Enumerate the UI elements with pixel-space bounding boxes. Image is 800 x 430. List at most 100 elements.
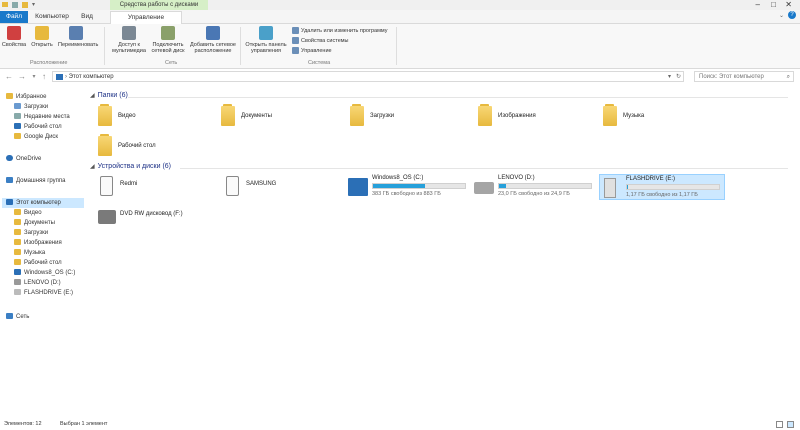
ribbon-panel: Свойства Открыть Переименовать Расположе… — [0, 24, 800, 69]
tab-view[interactable]: Вид — [76, 11, 98, 23]
address-row: ← → ▾ ↑ › Этот компьютер ▾ ↻ Поиск: Этот… — [0, 70, 800, 84]
minimize-icon[interactable]: – — [756, 0, 760, 9]
nav-pictures[interactable]: Изображения — [14, 238, 62, 248]
address-bar[interactable]: › Этот компьютер ▾ ↻ — [52, 71, 684, 82]
breadcrumb[interactable]: Этот компьютер — [69, 74, 114, 80]
nav-drive-c[interactable]: Windows8_OS (C:) — [14, 268, 75, 278]
nav-this-pc[interactable]: Этот компьютер — [2, 198, 84, 208]
collapse-icon: ◢ — [90, 93, 95, 99]
desktop-folder-icon — [14, 259, 21, 266]
devices-section-header[interactable]: ◢ Устройства и диски (6) — [90, 163, 171, 170]
tab-computer[interactable]: Компьютер — [30, 11, 74, 23]
qat-dropdown-icon[interactable]: ▾ — [32, 1, 35, 8]
control-panel-button[interactable]: Открыть панель управления — [244, 26, 288, 54]
windows-drive-icon — [348, 178, 368, 196]
manage-icon — [292, 47, 299, 54]
large-icons-view-icon[interactable] — [787, 421, 794, 428]
nav-network[interactable]: Сеть — [6, 312, 29, 322]
up-icon[interactable]: ↑ — [39, 72, 49, 82]
drive-usage-bar — [626, 184, 720, 190]
folder-item-desktop[interactable]: Рабочий стол — [98, 134, 208, 160]
downloads-icon — [14, 103, 21, 110]
folder-item-music[interactable]: Музыка — [603, 104, 713, 130]
rename-button[interactable]: Переименовать — [58, 26, 98, 48]
nav-favorites[interactable]: Избранное — [6, 92, 46, 102]
new-folder-quick-icon[interactable] — [22, 2, 28, 8]
folder-item-downloads[interactable]: Загрузки — [350, 104, 460, 130]
drive-dvd[interactable]: DVD RW дисковод (F:) — [94, 204, 204, 234]
documents-folder-icon — [14, 219, 21, 226]
details-view-icon[interactable] — [776, 421, 783, 428]
hard-drive-icon — [474, 182, 494, 194]
refresh-icon[interactable]: ↻ — [676, 72, 681, 83]
nav-desktop[interactable]: Рабочий стол — [14, 258, 62, 268]
folder-item-videos[interactable]: Видео — [98, 104, 208, 130]
folders-section-header[interactable]: ◢ Папки (6) — [90, 92, 128, 99]
group-network-label: Сеть — [165, 60, 178, 66]
drive-usage-bar — [498, 183, 592, 189]
ribbon-tabs: Файл Компьютер Вид Управление ⌄ ? — [0, 10, 800, 24]
nav-drive-e[interactable]: FLASHDRIVE (E:) — [14, 288, 73, 298]
add-network-location-button[interactable]: Добавить сетевое расположение — [188, 26, 238, 54]
usb-drive-icon — [604, 178, 616, 198]
device-redmi[interactable]: Redmi — [94, 174, 204, 204]
phone-icon — [226, 176, 239, 196]
media-access-button[interactable]: Доступ к мультимедиа — [112, 26, 146, 54]
back-icon[interactable]: ← — [4, 72, 14, 82]
drive-c[interactable]: Windows8_OS (C:) 383 ГБ свободно из 883 … — [346, 174, 470, 200]
folder-item-pictures[interactable]: Изображения — [478, 104, 588, 130]
device-samsung[interactable]: SAMSUNG — [220, 174, 330, 204]
nav-homegroup[interactable]: Домашняя группа — [6, 176, 66, 186]
nav-downloads-pc[interactable]: Загрузки — [14, 228, 48, 238]
nav-documents[interactable]: Документы — [14, 218, 55, 228]
selection-count: Выбран 1 элемент — [60, 421, 108, 427]
documents-folder-icon — [221, 106, 235, 126]
close-icon[interactable]: ✕ — [785, 0, 792, 9]
nav-downloads[interactable]: Загрузки — [14, 102, 48, 112]
context-tab-title: Средства работы с дисками — [110, 0, 208, 10]
tab-manage[interactable]: Управление — [110, 11, 182, 24]
map-drive-button[interactable]: Подключить сетевой диск — [150, 26, 186, 54]
properties-button[interactable]: Свойства — [0, 26, 28, 48]
open-icon — [35, 26, 49, 40]
help-icon[interactable]: ? — [788, 11, 796, 19]
search-input[interactable]: Поиск: Этот компьютер ⌕ — [694, 71, 794, 82]
control-panel-icon — [259, 26, 273, 40]
nav-desktop-fav[interactable]: Рабочий стол — [14, 122, 62, 132]
pictures-folder-icon — [478, 106, 492, 126]
media-server-icon — [122, 26, 136, 40]
maximize-icon[interactable]: □ — [771, 0, 776, 9]
forward-icon[interactable]: → — [17, 72, 27, 82]
uninstall-program-button[interactable]: Удалить или изменить программу — [292, 27, 387, 34]
drive-usage-bar — [372, 183, 466, 189]
nav-drive-d[interactable]: LENOVO (D:) — [14, 278, 61, 288]
manage-button[interactable]: Управление — [292, 47, 332, 54]
dvd-drive-icon — [98, 210, 116, 224]
computer-icon — [56, 74, 63, 80]
folder-item-documents[interactable]: Документы — [221, 104, 331, 130]
downloads-folder-icon — [350, 106, 364, 126]
ribbon-expand-icon[interactable]: ⌄ — [779, 12, 784, 19]
nav-onedrive[interactable]: OneDrive — [6, 154, 41, 164]
open-button[interactable]: Открыть — [28, 26, 56, 48]
collapse-icon: ◢ — [90, 164, 95, 170]
programs-icon — [292, 27, 299, 34]
group-separator — [104, 27, 105, 65]
address-dropdown-icon[interactable]: ▾ — [668, 72, 671, 83]
properties-quick-icon[interactable] — [12, 2, 18, 8]
system-properties-button[interactable]: Свойства системы — [292, 37, 349, 44]
properties-icon — [7, 26, 21, 40]
cloud-icon — [6, 155, 13, 162]
nav-google-drive[interactable]: Google Диск — [14, 132, 58, 142]
group-separator — [396, 27, 397, 65]
network-drive-icon — [161, 26, 175, 40]
tab-file[interactable]: Файл — [0, 11, 28, 23]
drive-e[interactable]: FLASHDRIVE (E:) 1,17 ГБ свободно из 1,17… — [599, 174, 725, 200]
windows-drive-icon — [14, 269, 21, 276]
section-divider — [180, 168, 788, 169]
drive-d[interactable]: LENOVO (D:) 23,0 ГБ свободно из 24,9 ГБ — [472, 174, 596, 200]
nav-videos[interactable]: Видео — [14, 208, 42, 218]
nav-music[interactable]: Музыка — [14, 248, 45, 258]
nav-recent-places[interactable]: Недавние места — [14, 112, 70, 122]
recent-locations-icon[interactable]: ▾ — [29, 72, 39, 82]
